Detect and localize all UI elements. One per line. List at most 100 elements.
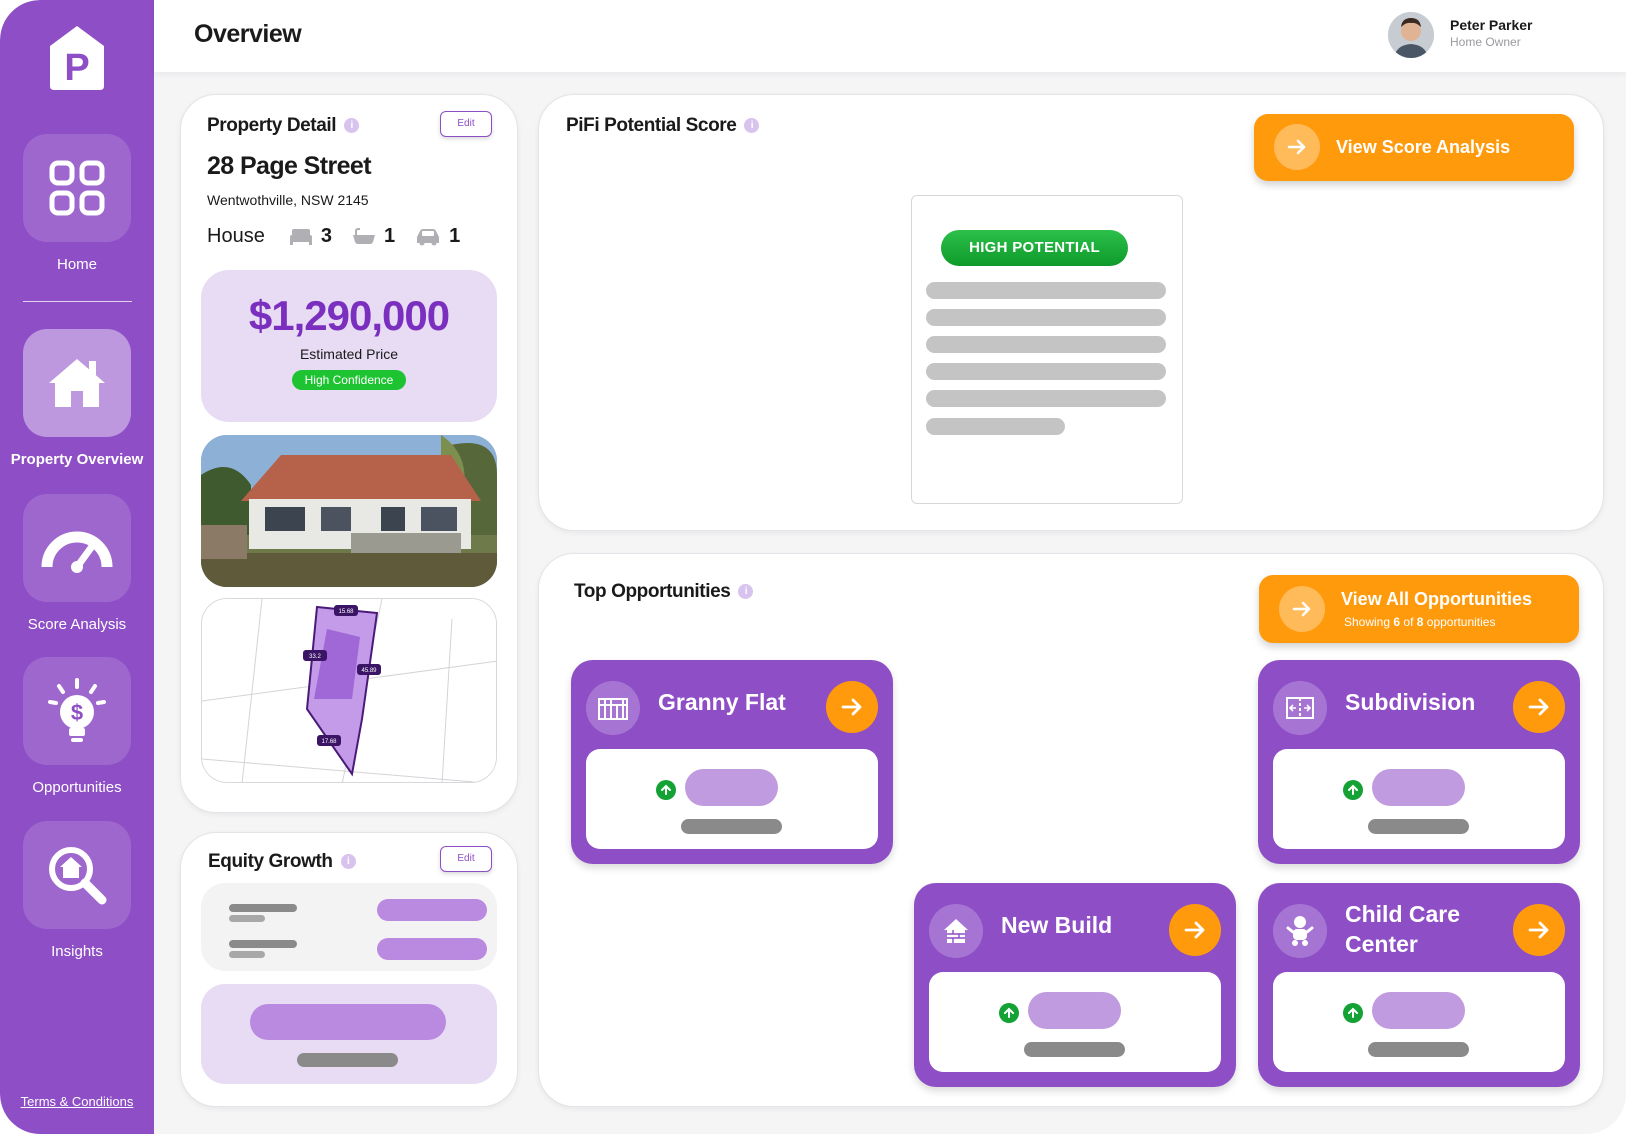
- placeholder-pill: [1372, 992, 1465, 1029]
- sidebar-item-score-analysis[interactable]: Score Analysis: [0, 494, 154, 633]
- card-title: PiFi Potential Score i: [566, 115, 760, 137]
- arrow-up-icon: [1348, 1007, 1358, 1018]
- placeholder-pill: [377, 899, 487, 921]
- property-street: 28 Page Street: [207, 152, 372, 180]
- placeholder-bar: [1368, 1042, 1469, 1057]
- sidebar-item-label: Score Analysis: [27, 616, 127, 633]
- placeholder-pill: [377, 938, 487, 960]
- arrow-right-icon: [1528, 698, 1549, 716]
- bedrooms: 3: [289, 225, 332, 248]
- open-opportunity-button[interactable]: [1513, 904, 1565, 956]
- open-opportunity-button[interactable]: [1513, 681, 1565, 733]
- user-name: Peter Parker: [1450, 17, 1533, 33]
- svg-text:45.89: 45.89: [361, 668, 377, 674]
- property-suburb: Wentwothville, NSW 2145: [207, 192, 369, 208]
- house-photo-image: [201, 435, 497, 587]
- property-photo[interactable]: [201, 435, 497, 587]
- house-icon: [49, 359, 105, 407]
- sidebar-item-label: Insights: [51, 943, 103, 960]
- placeholder-line: [926, 336, 1166, 353]
- opportunity-summary-placeholder: [1273, 972, 1565, 1072]
- subdivision-icon: [1286, 697, 1314, 719]
- arrow-right-icon: [841, 698, 862, 716]
- info-icon[interactable]: i: [340, 854, 356, 870]
- house-magnifier-icon: [49, 847, 107, 905]
- property-map[interactable]: 15.68 33.2 45.89 17.68: [201, 598, 497, 783]
- arrow-up-icon: [1004, 1007, 1014, 1018]
- button-label: View Score Analysis: [1336, 137, 1511, 157]
- bed-icon: [289, 228, 312, 245]
- opportunity-title: Child Care Center: [1345, 901, 1461, 957]
- parking: 1: [415, 225, 460, 248]
- opportunity-card-granny-flat[interactable]: Granny Flat: [571, 660, 893, 864]
- car-icon: [417, 228, 440, 245]
- sidebar-item-property-overview[interactable]: Property Overview: [0, 329, 154, 468]
- button-label: View All Opportunities: [1341, 589, 1533, 609]
- user-role: Home Owner: [1450, 35, 1521, 49]
- placeholder-pill: [1372, 769, 1465, 806]
- info-icon[interactable]: i: [738, 584, 754, 600]
- open-opportunity-button[interactable]: [826, 681, 878, 733]
- opportunity-card-child-care-center[interactable]: Child Care Center: [1258, 883, 1580, 1087]
- placeholder-line: [926, 309, 1166, 326]
- grid-icon: [49, 160, 105, 216]
- sidebar-item-label: Opportunities: [32, 779, 122, 796]
- child-care-icon: [1286, 916, 1314, 946]
- card-title: Property Detail i: [207, 115, 360, 137]
- info-icon[interactable]: i: [344, 118, 360, 134]
- edit-property-button[interactable]: Edit: [440, 111, 492, 137]
- placeholder-bar: [229, 940, 297, 948]
- placeholder-pill: [685, 769, 778, 806]
- opportunity-summary-placeholder: [1273, 749, 1565, 849]
- equity-growth-card: Equity Growth i Edit: [180, 832, 518, 1107]
- user-avatar-icon: [1388, 12, 1434, 58]
- terms-link[interactable]: Terms & Conditions: [0, 1094, 154, 1109]
- view-all-opportunities-button[interactable]: View All Opportunities Showing 6 of 8 op…: [1259, 575, 1579, 643]
- equity-value-placeholder: [201, 984, 497, 1084]
- placeholder-bar: [1024, 1042, 1125, 1057]
- svg-text:17.68: 17.68: [321, 739, 337, 745]
- showing-count: Showing 6 of 8 opportunities: [1344, 615, 1496, 629]
- logo-icon: P: [50, 26, 104, 90]
- page-title: Overview: [194, 20, 302, 48]
- placeholder-line: [926, 282, 1166, 299]
- sidebar-item-insights[interactable]: Insights: [0, 821, 154, 960]
- svg-text:15.68: 15.68: [338, 609, 354, 615]
- bathrooms: 1: [352, 225, 395, 248]
- arrow-right-icon: [1287, 139, 1306, 155]
- opportunity-title: Granny Flat: [658, 689, 786, 715]
- view-score-analysis-button[interactable]: View Score Analysis: [1254, 114, 1574, 181]
- opportunity-card-subdivision[interactable]: Subdivision: [1258, 660, 1580, 864]
- avatar[interactable]: [1388, 12, 1434, 58]
- opportunity-title: Subdivision: [1345, 689, 1476, 715]
- opportunity-title: New Build: [1001, 912, 1113, 938]
- opportunity-summary-placeholder: [929, 972, 1221, 1072]
- sidebar-item-home[interactable]: Home: [0, 134, 154, 273]
- info-icon[interactable]: i: [744, 118, 760, 134]
- edit-equity-button[interactable]: Edit: [440, 846, 492, 872]
- price-label: Estimated Price: [299, 346, 399, 362]
- confidence-badge: High Confidence: [291, 370, 407, 390]
- equity-summary-placeholder: [201, 883, 497, 971]
- bathtub-icon: [352, 227, 375, 244]
- placeholder-line: [926, 418, 1065, 435]
- estimated-price: $1,290,000: [248, 292, 450, 339]
- placeholder-line: [926, 363, 1166, 380]
- app-window: P Home Property Overview Score Analysis …: [0, 0, 1626, 1134]
- open-opportunity-button[interactable]: [1169, 904, 1221, 956]
- card-title: Top Opportunities i: [574, 581, 754, 603]
- sidebar-item-opportunities[interactable]: $ Opportunities: [0, 657, 154, 796]
- app-logo[interactable]: P: [47, 24, 107, 92]
- opportunity-card-new-build[interactable]: New Build: [914, 883, 1236, 1087]
- arrow-right-icon: [1292, 601, 1311, 617]
- lot-map-image: 15.68 33.2 45.89 17.68: [202, 599, 496, 782]
- high-potential-badge: HIGH POTENTIAL: [941, 230, 1128, 266]
- sidebar-item-label: Home: [56, 256, 97, 273]
- granny-flat-icon: [598, 698, 628, 720]
- svg-text:$: $: [71, 700, 83, 725]
- property-features: House 3 1 1: [207, 225, 480, 248]
- arrow-up-icon: [1348, 784, 1358, 795]
- card-title: Equity Growth i: [208, 851, 356, 873]
- arrow-right-icon: [1528, 921, 1549, 939]
- placeholder-bar: [681, 819, 782, 834]
